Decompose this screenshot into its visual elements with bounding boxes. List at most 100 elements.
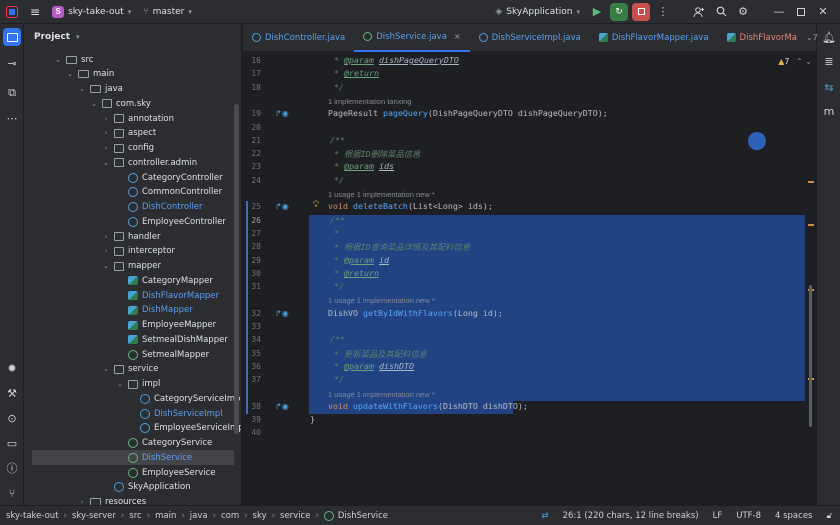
chevron-right-icon[interactable]: › bbox=[78, 498, 86, 505]
lock-icon[interactable]: 🔓︎ bbox=[826, 511, 832, 521]
chevron-right-icon[interactable]: › bbox=[102, 144, 110, 152]
tree-item-commoncontroller[interactable]: CommonController bbox=[24, 185, 222, 200]
tree-item-java[interactable]: ⌄ java bbox=[24, 82, 123, 97]
main-menu-icon[interactable]: ≡ bbox=[24, 0, 46, 24]
tree-item-setmealdishmapper[interactable]: SetmealDishMapper bbox=[24, 332, 228, 347]
structure-icon[interactable]: ⧉ bbox=[3, 84, 21, 102]
git-icon[interactable]: ⑂ bbox=[3, 484, 21, 502]
chevron-down-icon[interactable]: ⌄ bbox=[102, 159, 110, 167]
warnings-badge[interactable]: ▲7 ⌃ ⌄ bbox=[778, 57, 812, 66]
minimize-icon[interactable]: — bbox=[768, 1, 790, 23]
add-user-icon[interactable] bbox=[688, 1, 710, 23]
chevron-down-icon[interactable]: ⌄ bbox=[78, 85, 86, 93]
chevron-down-icon[interactable]: ⌄ bbox=[54, 56, 62, 64]
search-icon[interactable] bbox=[710, 1, 732, 23]
tree-item-employeecontroller[interactable]: EmployeeController bbox=[24, 214, 226, 229]
tree-item-dishmapper[interactable]: DishMapper bbox=[24, 303, 193, 318]
chevron-right-icon[interactable]: › bbox=[102, 115, 110, 123]
breadcrumb-item[interactable]: DishService bbox=[338, 511, 388, 521]
project-folder-icon[interactable] bbox=[3, 28, 21, 46]
tree-item-service[interactable]: ⌄ service bbox=[24, 362, 158, 377]
tab-dishflavorma[interactable]: DishFlavorMa bbox=[718, 24, 806, 52]
tree-item-handler[interactable]: › handler bbox=[24, 229, 161, 244]
chevron-down-icon[interactable]: ⌄ bbox=[90, 100, 98, 108]
breadcrumb-item[interactable]: sky-take-out bbox=[6, 511, 59, 521]
implementation-gutter-icon[interactable]: ↱◉ bbox=[275, 202, 289, 211]
tree-item-categorycontroller[interactable]: CategoryController bbox=[24, 170, 223, 185]
tree-item-categorymapper[interactable]: CategoryMapper bbox=[24, 273, 213, 288]
run-services-icon[interactable]: ⊙ bbox=[3, 409, 21, 427]
cursor-position[interactable]: 26:1 (220 chars, 12 line breaks) bbox=[563, 511, 699, 521]
chevron-down-icon[interactable]: ⌄ bbox=[66, 70, 74, 78]
tree-item-mapper[interactable]: ⌄ mapper bbox=[24, 259, 161, 274]
editor-scrollbar[interactable] bbox=[809, 285, 812, 427]
tree-item-dishcontroller[interactable]: DishController bbox=[24, 200, 203, 215]
vcs-icon[interactable]: ⇄ bbox=[541, 511, 548, 521]
indent-setting[interactable]: 4 spaces bbox=[775, 511, 812, 521]
close-icon[interactable]: ✕ bbox=[812, 1, 834, 23]
breadcrumb-item[interactable]: src bbox=[129, 511, 141, 521]
build-hammer-icon[interactable]: ⚒ bbox=[3, 384, 21, 402]
more-tabs-icon[interactable]: ⋮ bbox=[824, 33, 832, 42]
inlay-hint[interactable]: 1 implementation tanxing bbox=[328, 97, 411, 106]
tree-item-interceptor[interactable]: › interceptor bbox=[24, 244, 175, 259]
tree-item-skyapplication[interactable]: SkyApplication bbox=[24, 480, 191, 495]
terminal-icon[interactable]: ▭ bbox=[3, 434, 21, 452]
lightbulb-icon[interactable]: 💡︎ bbox=[313, 200, 319, 210]
line-ending[interactable]: LF bbox=[713, 511, 723, 521]
chevron-down-icon[interactable]: ⌄ bbox=[102, 365, 110, 373]
tree-item-main[interactable]: ⌄ main bbox=[24, 67, 114, 82]
more-actions-icon[interactable]: ⋮ bbox=[652, 1, 674, 23]
maven-icon[interactable]: m bbox=[820, 102, 838, 120]
run-icon[interactable]: ▶ bbox=[586, 1, 608, 23]
more-tools-icon[interactable]: ⋯ bbox=[3, 109, 21, 127]
inlay-hint[interactable]: 1 usage 1 implementation new * bbox=[328, 190, 435, 199]
rerun-icon[interactable]: ↻ bbox=[610, 2, 628, 21]
scroll-marker[interactable] bbox=[808, 224, 814, 226]
gear-icon[interactable]: ⚙ bbox=[732, 1, 754, 23]
chevron-down-icon[interactable]: ⌄ bbox=[102, 262, 110, 270]
run-config-selector[interactable]: ◈ SkyApplication ▾ bbox=[489, 0, 586, 24]
ai-assistant-icon[interactable] bbox=[748, 132, 766, 150]
chevron-down-icon[interactable]: ⌄ bbox=[116, 380, 124, 388]
close-tab-icon[interactable]: × bbox=[454, 32, 461, 41]
branch-switcher[interactable]: ⑂ master ▾ bbox=[137, 0, 198, 24]
tree-item-src[interactable]: ⌄ src bbox=[24, 52, 93, 67]
plugin-icon[interactable]: ⇆ bbox=[820, 78, 838, 96]
tree-item-impl[interactable]: ⌄ impl bbox=[24, 377, 160, 392]
tree-item-dishserviceimpl[interactable]: DishServiceImpl bbox=[24, 406, 223, 421]
tree-item-employeemapper[interactable]: EmployeeMapper bbox=[24, 318, 216, 333]
chevron-right-icon[interactable]: › bbox=[102, 247, 110, 255]
inlay-hint[interactable]: 1 usage 1 implementation new * bbox=[328, 296, 435, 305]
tab-overflow-icon[interactable]: ⌄7 bbox=[806, 33, 818, 42]
breadcrumb-item[interactable]: service bbox=[280, 511, 310, 521]
chevron-right-icon[interactable]: › bbox=[102, 233, 110, 241]
project-scrollbar[interactable] bbox=[234, 104, 239, 434]
tree-item-annotation[interactable]: › annotation bbox=[24, 111, 174, 126]
code-editor[interactable]: 16 * @param dishPageQueryDTO 17 * @return 18… bbox=[243, 53, 816, 505]
tree-item-aspect[interactable]: › aspect bbox=[24, 126, 157, 141]
database-icon[interactable]: ≣ bbox=[820, 52, 838, 70]
project-panel-header[interactable]: Project ▾ bbox=[24, 24, 241, 50]
breadcrumb-item[interactable]: sky bbox=[253, 511, 267, 521]
project-switcher[interactable]: S sky-take-out ▾ bbox=[46, 0, 137, 24]
tree-item-dishflavormapper[interactable]: DishFlavorMapper bbox=[24, 288, 219, 303]
implementation-gutter-icon[interactable]: ↱◉ bbox=[275, 402, 289, 411]
tree-item-resources[interactable]: › resources bbox=[24, 495, 146, 505]
chevron-right-icon[interactable]: › bbox=[102, 129, 110, 137]
breadcrumb-item[interactable]: com bbox=[221, 511, 239, 521]
tree-item-categoryservice[interactable]: CategoryService bbox=[24, 436, 212, 451]
tree-item-employeeservice[interactable]: EmployeeService bbox=[24, 465, 216, 480]
tree-item-employeeserviceimpl[interactable]: EmployeeServiceImpl bbox=[24, 421, 241, 436]
tab-dishcontroller-java[interactable]: DishController.java bbox=[243, 24, 354, 52]
problems-icon[interactable]: ⓘ bbox=[3, 459, 21, 477]
tree-item-config[interactable]: › config bbox=[24, 141, 154, 156]
debug-bug-icon[interactable]: ✹ bbox=[3, 359, 21, 377]
maximize-icon[interactable] bbox=[790, 1, 812, 23]
tab-dishserviceimpl-java[interactable]: DishServiceImpl.java bbox=[470, 24, 590, 52]
tab-dishservice-java[interactable]: DishService.java × bbox=[354, 24, 470, 52]
tree-item-controller-admin[interactable]: ⌄ controller.admin bbox=[24, 155, 197, 170]
breadcrumb-item[interactable]: main bbox=[155, 511, 176, 521]
inlay-hint[interactable]: 1 usage 1 implementation new * bbox=[328, 390, 435, 399]
implementation-gutter-icon[interactable]: ↱◉ bbox=[275, 309, 289, 318]
